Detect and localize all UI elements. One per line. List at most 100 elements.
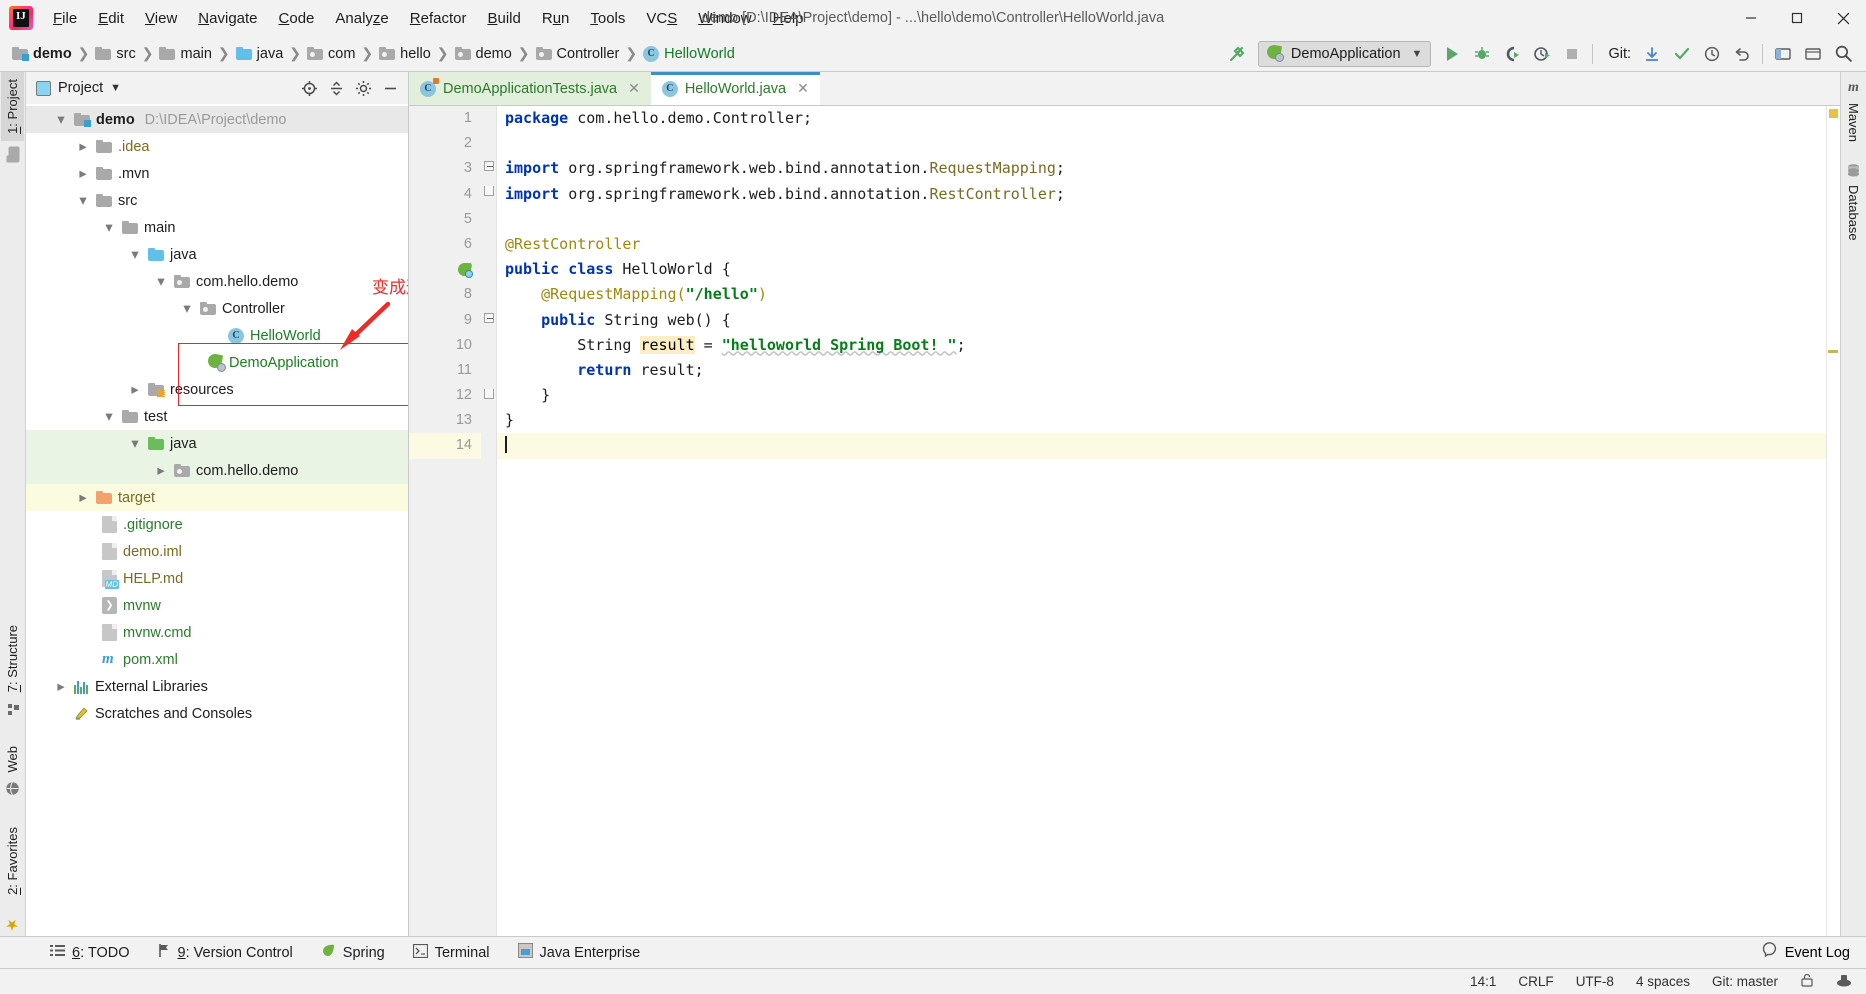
tree-item-pom-xml[interactable]: m pom.xml <box>26 646 408 673</box>
chevron-down-icon[interactable]: ▾ <box>180 301 194 317</box>
chevron-down-icon[interactable]: ▾ <box>76 193 90 209</box>
code-text[interactable]: package com.hello.demo.Controller; impor… <box>497 106 1826 936</box>
close-button[interactable] <box>1820 0 1866 36</box>
breadcrumb-demo-pkg[interactable]: demo <box>451 44 516 64</box>
run-configuration-selector[interactable]: DemoApplication ▼ <box>1257 40 1432 67</box>
breadcrumb-controller[interactable]: Controller <box>532 44 624 64</box>
caret-position[interactable]: 14:1 <box>1470 974 1496 989</box>
breadcrumb-demo[interactable]: demo <box>8 44 76 64</box>
tree-item-scratches[interactable]: Scratches and Consoles <box>26 700 408 727</box>
minimize-button[interactable] <box>1728 0 1774 36</box>
breadcrumb-src[interactable]: src <box>91 44 139 64</box>
menu-edit[interactable]: Edit <box>88 6 134 31</box>
fold-region-icon[interactable] <box>484 389 494 399</box>
menu-navigate[interactable]: Navigate <box>188 6 267 31</box>
tree-item-java-main[interactable]: ▾ java <box>26 241 408 268</box>
warning-marker[interactable] <box>1829 109 1838 118</box>
git-branch[interactable]: Git: master <box>1712 974 1778 989</box>
sidebar-item-favorites[interactable]: 2: Favorites <box>1 820 24 902</box>
bottom-item-todo[interactable]: 6: TODO <box>36 941 144 964</box>
indent-setting[interactable]: 4 spaces <box>1636 974 1690 989</box>
tree-item-mvnw[interactable]: ❯ mvnw <box>26 592 408 619</box>
menu-build[interactable]: Build <box>477 6 530 31</box>
tree-item-test-package[interactable]: ▸ com.hello.demo <box>26 457 408 484</box>
breadcrumb-hello[interactable]: hello <box>375 44 435 64</box>
update-project-button[interactable] <box>1637 39 1667 69</box>
sidebar-item-web[interactable]: Web <box>1 739 24 780</box>
commit-button[interactable] <box>1667 39 1697 69</box>
fold-region-icon[interactable] <box>484 161 494 171</box>
chevron-down-icon[interactable]: ▾ <box>102 220 116 236</box>
run-spring-application-gutter-icon[interactable] <box>456 261 473 278</box>
breadcrumb-java[interactable]: java <box>232 44 288 64</box>
typo-marker[interactable] <box>1828 350 1838 353</box>
stop-button[interactable] <box>1557 39 1587 69</box>
tree-item-java-test[interactable]: ▾ java <box>26 430 408 457</box>
build-project-button[interactable] <box>1222 39 1252 69</box>
bottom-item-spring[interactable]: Spring <box>307 940 399 965</box>
rollback-button[interactable] <box>1727 39 1757 69</box>
history-button[interactable] <box>1697 39 1727 69</box>
code-line[interactable] <box>497 207 1826 232</box>
tree-item-main[interactable]: ▾ main <box>26 214 408 241</box>
chevron-right-icon[interactable]: ▸ <box>154 463 168 479</box>
error-marker-strip[interactable] <box>1826 106 1840 936</box>
chevron-down-icon[interactable]: ▾ <box>128 436 142 452</box>
chevron-down-icon[interactable]: ▼ <box>110 82 121 94</box>
sidebar-item-database[interactable]: Database <box>1842 178 1865 248</box>
code-line[interactable]: } <box>497 383 1826 408</box>
tree-item-package-com-hello-demo[interactable]: ▾ com.hello.demo <box>26 268 408 295</box>
tree-item-target[interactable]: ▸ target <box>26 484 408 511</box>
maximize-button[interactable] <box>1774 0 1820 36</box>
tree-item-external-libraries[interactable]: ▸ External Libraries <box>26 673 408 700</box>
chevron-down-icon[interactable]: ▾ <box>102 409 116 425</box>
code-line-current[interactable] <box>497 433 1826 459</box>
menu-code[interactable]: Code <box>269 6 325 31</box>
code-line[interactable]: @RequestMapping("/hello") <box>497 282 1826 307</box>
code-line[interactable]: import org.springframework.web.bind.anno… <box>497 182 1826 207</box>
close-icon[interactable]: ✕ <box>628 80 640 97</box>
locate-icon[interactable] <box>297 76 321 100</box>
code-editor[interactable]: 1 2 3 4 5 6 7 8 9 10 11 12 13 14 <box>409 106 1840 936</box>
code-line[interactable]: String result = "helloworld Spring Boot!… <box>497 333 1826 358</box>
inspector-icon[interactable] <box>1836 973 1852 990</box>
chevron-right-icon[interactable]: ▸ <box>76 490 90 506</box>
profiler-button[interactable] <box>1527 39 1557 69</box>
menu-view[interactable]: View <box>135 6 187 31</box>
chevron-right-icon[interactable]: ▸ <box>54 679 68 695</box>
menu-tools[interactable]: Tools <box>580 6 635 31</box>
run-button[interactable] <box>1437 39 1467 69</box>
lock-icon[interactable] <box>1800 973 1814 990</box>
bottom-item-java-enterprise[interactable]: Java Enterprise <box>504 940 655 965</box>
tree-item-mvn[interactable]: ▸ .mvn <box>26 160 408 187</box>
menu-refactor[interactable]: Refactor <box>400 6 477 31</box>
hide-icon[interactable] <box>378 76 402 100</box>
line-separator[interactable]: CRLF <box>1518 974 1553 989</box>
tree-item-resources[interactable]: ▸ resources <box>26 376 408 403</box>
code-line[interactable]: return result; <box>497 358 1826 383</box>
menu-vcs[interactable]: VCS <box>636 6 687 31</box>
tab-helloworld-java[interactable]: C HelloWorld.java ✕ <box>650 72 820 105</box>
code-line[interactable]: } <box>497 408 1826 433</box>
code-line[interactable]: @RestController <box>497 232 1826 257</box>
menu-file[interactable]: FFileile <box>43 6 87 31</box>
breadcrumb-com[interactable]: com <box>303 44 359 64</box>
gear-icon[interactable] <box>351 76 375 100</box>
bottom-item-version-control[interactable]: 9: Version Control <box>144 940 307 965</box>
fold-region-icon[interactable] <box>484 313 494 323</box>
bottom-item-terminal[interactable]: Terminal <box>399 941 504 965</box>
tab-demoapplicationtests-java[interactable]: C DemoApplicationTests.java ✕ <box>409 72 651 105</box>
event-log-button[interactable]: Event Log <box>1761 941 1866 964</box>
settings-button[interactable] <box>1798 39 1828 69</box>
code-line[interactable] <box>497 131 1826 156</box>
fold-region-icon[interactable] <box>484 186 494 196</box>
collapse-all-icon[interactable] <box>324 76 348 100</box>
chevron-right-icon[interactable]: ▸ <box>76 166 90 182</box>
code-line[interactable]: public class HelloWorld { <box>497 257 1826 282</box>
menu-analyze[interactable]: Analyze <box>325 6 398 31</box>
tree-item-test[interactable]: ▾ test <box>26 403 408 430</box>
close-icon[interactable]: ✕ <box>797 80 809 97</box>
chevron-down-icon[interactable]: ▾ <box>128 247 142 263</box>
tree-item-gitignore[interactable]: .gitignore <box>26 511 408 538</box>
tree-item-demo-iml[interactable]: demo.iml <box>26 538 408 565</box>
